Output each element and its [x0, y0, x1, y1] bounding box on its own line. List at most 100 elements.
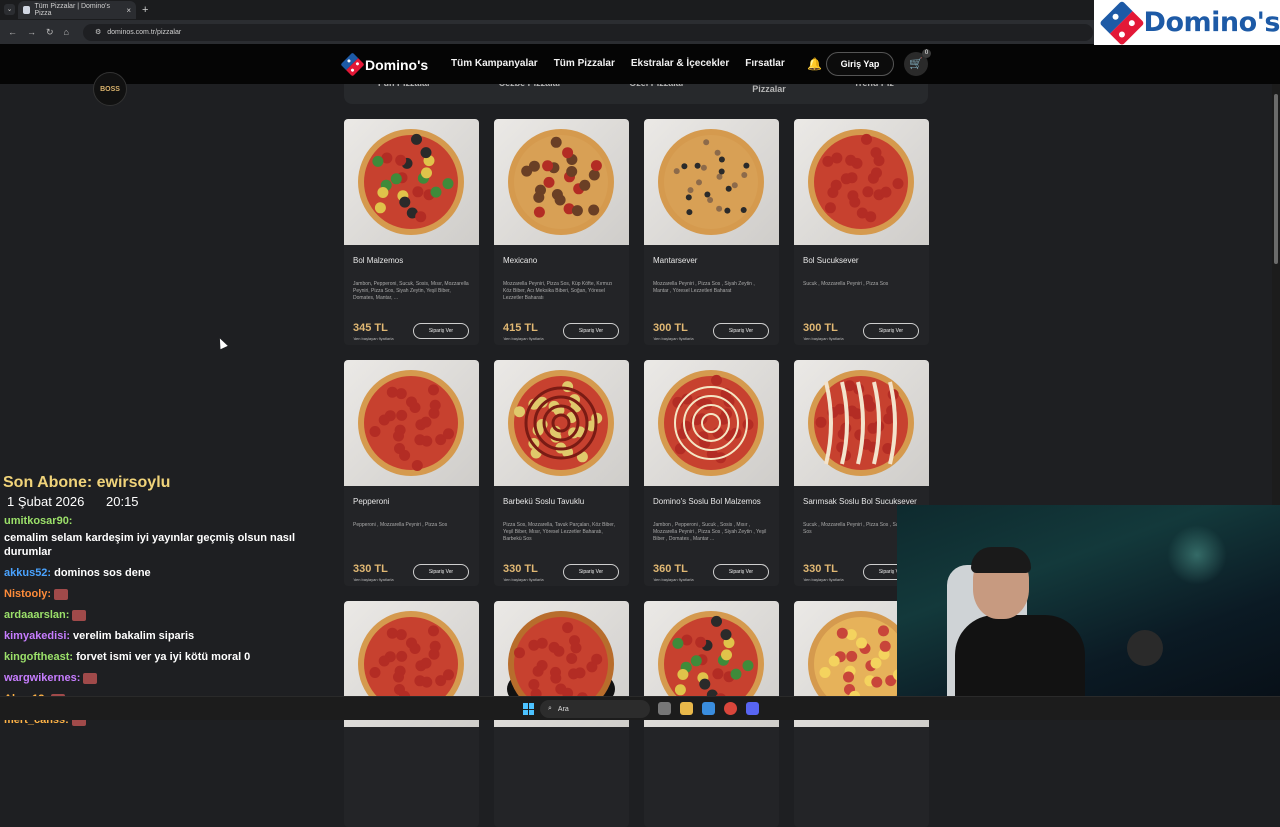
pizza-name[interactable]: Pepperoni — [353, 497, 389, 506]
price-note: 'den başlayan fiyatlarla — [503, 336, 544, 341]
chat-username[interactable]: kimyakedisi: — [4, 629, 70, 643]
forward-icon[interactable]: → — [27, 27, 36, 37]
chrome-icon[interactable] — [724, 702, 737, 715]
taskbar-search[interactable]: ⌕ Ara — [540, 700, 650, 718]
emote-icon — [83, 672, 98, 684]
pizza-image[interactable] — [644, 119, 779, 245]
order-button[interactable]: Sipariş Ver — [563, 564, 619, 580]
pizza-ingredients: Mozzarella Peyniri, Pizza Sos, Küp Köfte… — [503, 281, 613, 301]
pizza-image[interactable] — [794, 119, 929, 245]
dominos-tile-icon — [340, 52, 365, 77]
chat-message: Nistooly: — [4, 587, 334, 601]
price-note: 'den başlayan fiyatlarla — [803, 577, 844, 582]
pizza-ingredients: Pizza Sos, Mozzarella, Tavuk Parçaları, … — [503, 522, 615, 542]
pizza-image[interactable] — [344, 119, 479, 245]
emote-icon — [54, 588, 69, 600]
chat-username[interactable]: wargwikernes: — [4, 671, 80, 685]
dominos-logo[interactable]: Domino's — [340, 52, 428, 77]
pizza-price: 300 TL — [803, 322, 838, 334]
pizza-image[interactable] — [794, 360, 929, 486]
pizza-image[interactable] — [494, 360, 629, 486]
url-field[interactable]: ⚙ dominos.com.tr/pizzalar — [82, 23, 1093, 41]
category-fun[interactable]: Fun Pizzalar — [378, 84, 431, 104]
webcam-feed — [897, 505, 1280, 696]
order-button[interactable]: Sipariş Ver — [563, 323, 619, 339]
microphone — [1127, 630, 1163, 666]
nav-deals[interactable]: Fırsatlar — [745, 58, 784, 69]
pizza-card[interactable]: Domino's Soslu Bol Malzemos Jambon , Pepp… — [644, 360, 779, 586]
pizza-price: 415 TL — [503, 322, 538, 334]
nav-all-pizzas[interactable]: Tüm Pizzalar — [554, 58, 615, 69]
order-button[interactable]: Sipariş Ver — [713, 564, 769, 580]
discord-icon[interactable] — [746, 702, 759, 715]
close-icon[interactable]: × — [126, 6, 131, 15]
order-button[interactable]: Sipariş Ver — [413, 564, 469, 580]
back-icon[interactable]: ← — [8, 27, 17, 37]
streamer — [955, 545, 1085, 696]
browser-tab[interactable]: Tüm Pizzalar | Domino's Pizza × — [18, 1, 136, 19]
tab-search-button[interactable]: ⌄ — [4, 4, 15, 15]
pizza-name[interactable]: Mantarsever — [653, 256, 697, 265]
category-cezbe[interactable]: Cezbe Pizzalar — [499, 84, 562, 104]
store-icon[interactable] — [702, 702, 715, 715]
category-pizzas[interactable]: Pizzalar — [752, 84, 786, 104]
chat-message: umitkosar90: cemalim selam kardeşim iyi y… — [4, 514, 334, 559]
chat-username[interactable]: Nistooly: — [4, 587, 51, 601]
price-note: 'den başlayan fiyatlarla — [353, 577, 394, 582]
corner-logo-text: Domino's — [1143, 7, 1280, 38]
order-button[interactable]: Sipariş Ver — [863, 323, 919, 339]
task-view-icon[interactable] — [658, 702, 671, 715]
chat-username[interactable]: umitkosar90: — [4, 514, 72, 528]
pizza-name[interactable]: Bol Sucuksever — [803, 256, 859, 265]
category-special[interactable]: Özel Pizzalar — [629, 84, 684, 104]
pizza-card[interactable]: Barbekü Soslu Tavuklu Pizza Sos, Mozzarel… — [494, 360, 629, 586]
login-button[interactable]: Giriş Yap — [826, 52, 894, 76]
pizza-name[interactable]: Bol Malzemos — [353, 256, 403, 265]
chat-username[interactable]: kingoftheast: — [4, 650, 73, 664]
reload-icon[interactable]: ↻ — [46, 27, 54, 38]
chat-message: kingoftheast: forvet ismi ver ya iyi kötü… — [4, 650, 334, 664]
scrollbar-thumb[interactable] — [1274, 94, 1278, 264]
pizza-price: 330 TL — [353, 563, 388, 575]
category-trend[interactable]: Trend Piz — [854, 84, 894, 104]
home-icon[interactable]: ⌂ — [64, 27, 69, 37]
pizza-image[interactable] — [644, 360, 779, 486]
chat-username[interactable]: ardaaarslan: — [4, 608, 69, 622]
price-note: 'den başlayan fiyatlarla — [653, 577, 694, 582]
pizza-card[interactable]: Pepperoni Pepperoni , Mozzarella Peyniri … — [344, 360, 479, 586]
price-note: 'den başlayan fiyatlarla — [503, 577, 544, 582]
price-note: 'den başlayan fiyatlarla — [803, 336, 844, 341]
windows-start-icon[interactable] — [523, 703, 535, 715]
pizza-image[interactable] — [344, 360, 479, 486]
chat-text: forvet ismi ver ya iyi kötü moral 0 — [76, 651, 251, 663]
order-button[interactable]: Sipariş Ver — [713, 323, 769, 339]
chat-username[interactable]: akkus52: — [4, 566, 51, 580]
url-text: dominos.com.tr/pizzalar — [107, 28, 182, 36]
chat-text: verelim bakalim siparis — [73, 630, 195, 642]
nav-extras-drinks[interactable]: Ekstralar & İçecekler — [631, 58, 729, 69]
emote-icon — [72, 609, 87, 621]
new-tab-button[interactable]: + — [142, 4, 148, 16]
order-button[interactable]: Sipariş Ver — [413, 323, 469, 339]
pizza-ingredients: Jambon , Pepperoni , Sucuk , Sosis , Mıs… — [653, 522, 767, 542]
pizza-price: 330 TL — [803, 563, 838, 575]
pizza-card[interactable]: Bol Malzemos Jambon, Pepperoni, Sucuk, So… — [344, 119, 479, 345]
pizza-image[interactable] — [494, 119, 629, 245]
pizza-price: 300 TL — [653, 322, 688, 334]
nav-campaigns[interactable]: Tüm Kampanyalar — [451, 58, 538, 69]
pizza-name[interactable]: Mexicano — [503, 256, 537, 265]
dominos-tile-icon — [1099, 0, 1145, 46]
pizza-name[interactable]: Domino's Soslu Bol Malzemos — [653, 497, 761, 506]
tab-title: Tüm Pizzalar | Domino's Pizza — [34, 3, 110, 17]
pizza-ingredients: Jambon, Pepperoni, Sucuk, Sosis, Mısır, … — [353, 281, 469, 301]
windows-taskbar: ⌕ Ara — [0, 696, 1280, 720]
pizza-card[interactable]: Mantarsever Mozzarella Peyniri , Pizza So… — [644, 119, 779, 345]
pizza-price: 330 TL — [503, 563, 538, 575]
pizza-card[interactable]: Mexicano Mozzarella Peyniri, Pizza Sos, K… — [494, 119, 629, 345]
bell-icon[interactable]: 🔔 — [807, 57, 822, 71]
cart-button[interactable]: 🛒 0 — [904, 49, 931, 76]
pizza-name[interactable]: Barbekü Soslu Tavuklu — [503, 497, 584, 506]
pizza-card[interactable]: Bol Sucuksever Sucuk , Mozzarella Peyniri… — [794, 119, 929, 345]
site-settings-icon[interactable]: ⚙ — [95, 28, 101, 36]
folder-icon[interactable] — [680, 702, 693, 715]
